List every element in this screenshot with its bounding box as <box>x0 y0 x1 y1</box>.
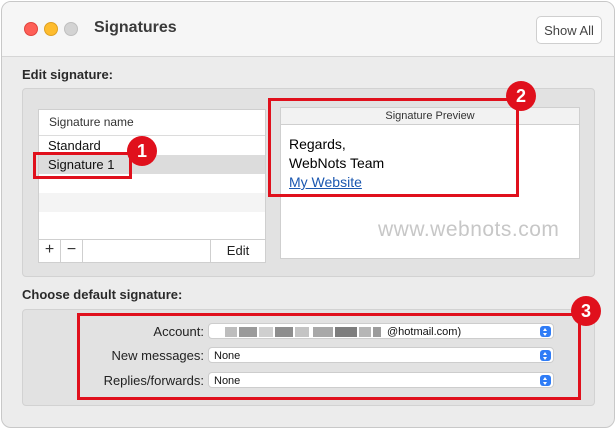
list-toolbar: + − Edit <box>39 239 265 262</box>
watermark-text: www.webnots.com <box>378 218 560 241</box>
annotation-badge-2: 2 <box>506 81 536 111</box>
annotation-badge-3: 3 <box>571 296 601 326</box>
edit-signature-button[interactable]: Edit <box>210 240 265 262</box>
annotation-box-1 <box>33 152 132 179</box>
annotation-box-2 <box>268 98 519 197</box>
add-signature-button[interactable]: + <box>39 240 61 262</box>
remove-signature-button[interactable]: − <box>61 240 83 262</box>
edit-signature-label: Edit signature: <box>22 67 114 82</box>
window-title: Signatures <box>94 19 177 36</box>
annotation-badge-1: 1 <box>127 136 157 166</box>
signature-list[interactable]: Signature name Standard Signature 1 + − … <box>38 109 266 263</box>
title-bar: Signatures Show All <box>2 2 614 57</box>
list-item <box>39 212 265 231</box>
show-all-button[interactable]: Show All <box>536 16 602 44</box>
close-button-icon[interactable] <box>24 22 38 36</box>
zoom-button-icon[interactable] <box>64 22 78 36</box>
minimize-button-icon[interactable] <box>44 22 58 36</box>
list-item <box>39 193 265 212</box>
choose-default-signature-label: Choose default signature: <box>22 287 183 302</box>
annotation-box-3 <box>77 313 581 400</box>
signature-name-column-header: Signature name <box>39 110 265 136</box>
